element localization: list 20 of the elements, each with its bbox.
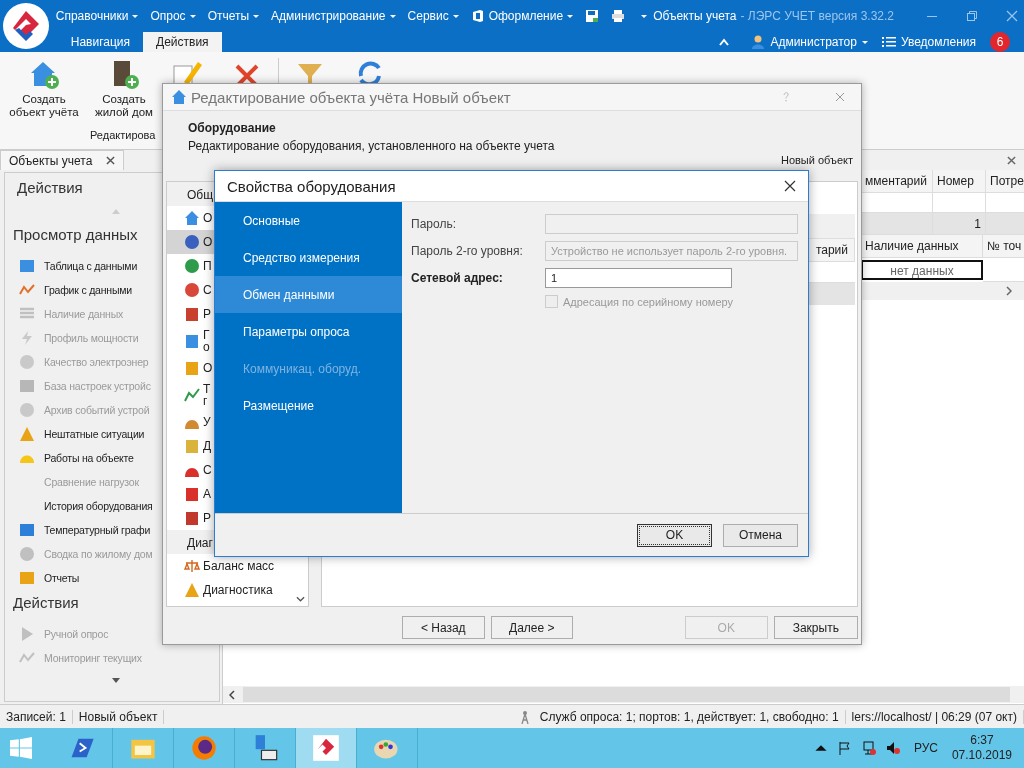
field-label: Сетевой адрес: (411, 271, 504, 285)
field-label: Пароль 2-го уровня: (411, 244, 524, 258)
window-title: Объекты учета (653, 9, 737, 23)
group-title: Просмотр данных (13, 225, 138, 245)
object-name: Новый объект (780, 154, 853, 166)
status-text: lers://localhost/ | 06:29 (07 окт) (845, 709, 1024, 724)
table-cell: 1 (933, 213, 986, 235)
group-title: Действия (13, 593, 79, 613)
status-text: Записей: 1 (0, 709, 73, 724)
section-description: Редактирование оборудования, установленного на объекте учета (188, 139, 556, 153)
field-label: Пароль: (411, 217, 457, 231)
panel-title: Действия (16, 179, 83, 198)
status-text: Новый объект (72, 709, 165, 724)
dialog-title: Редактирование объекта учёта Новый объект (191, 88, 511, 106)
status-text: Служб опроса: 1; портов: 1, действует: 1, свободно: 1 (533, 709, 846, 724)
ribbon-group-label: Редактирова (89, 129, 156, 143)
notification-count: 6 (990, 32, 1010, 52)
version-label: - ЛЭРС УЧЕТ версия 3.32.2 (740, 9, 894, 23)
section-title: Оборудование (188, 121, 277, 137)
table-cell: нет данных (861, 260, 983, 280)
